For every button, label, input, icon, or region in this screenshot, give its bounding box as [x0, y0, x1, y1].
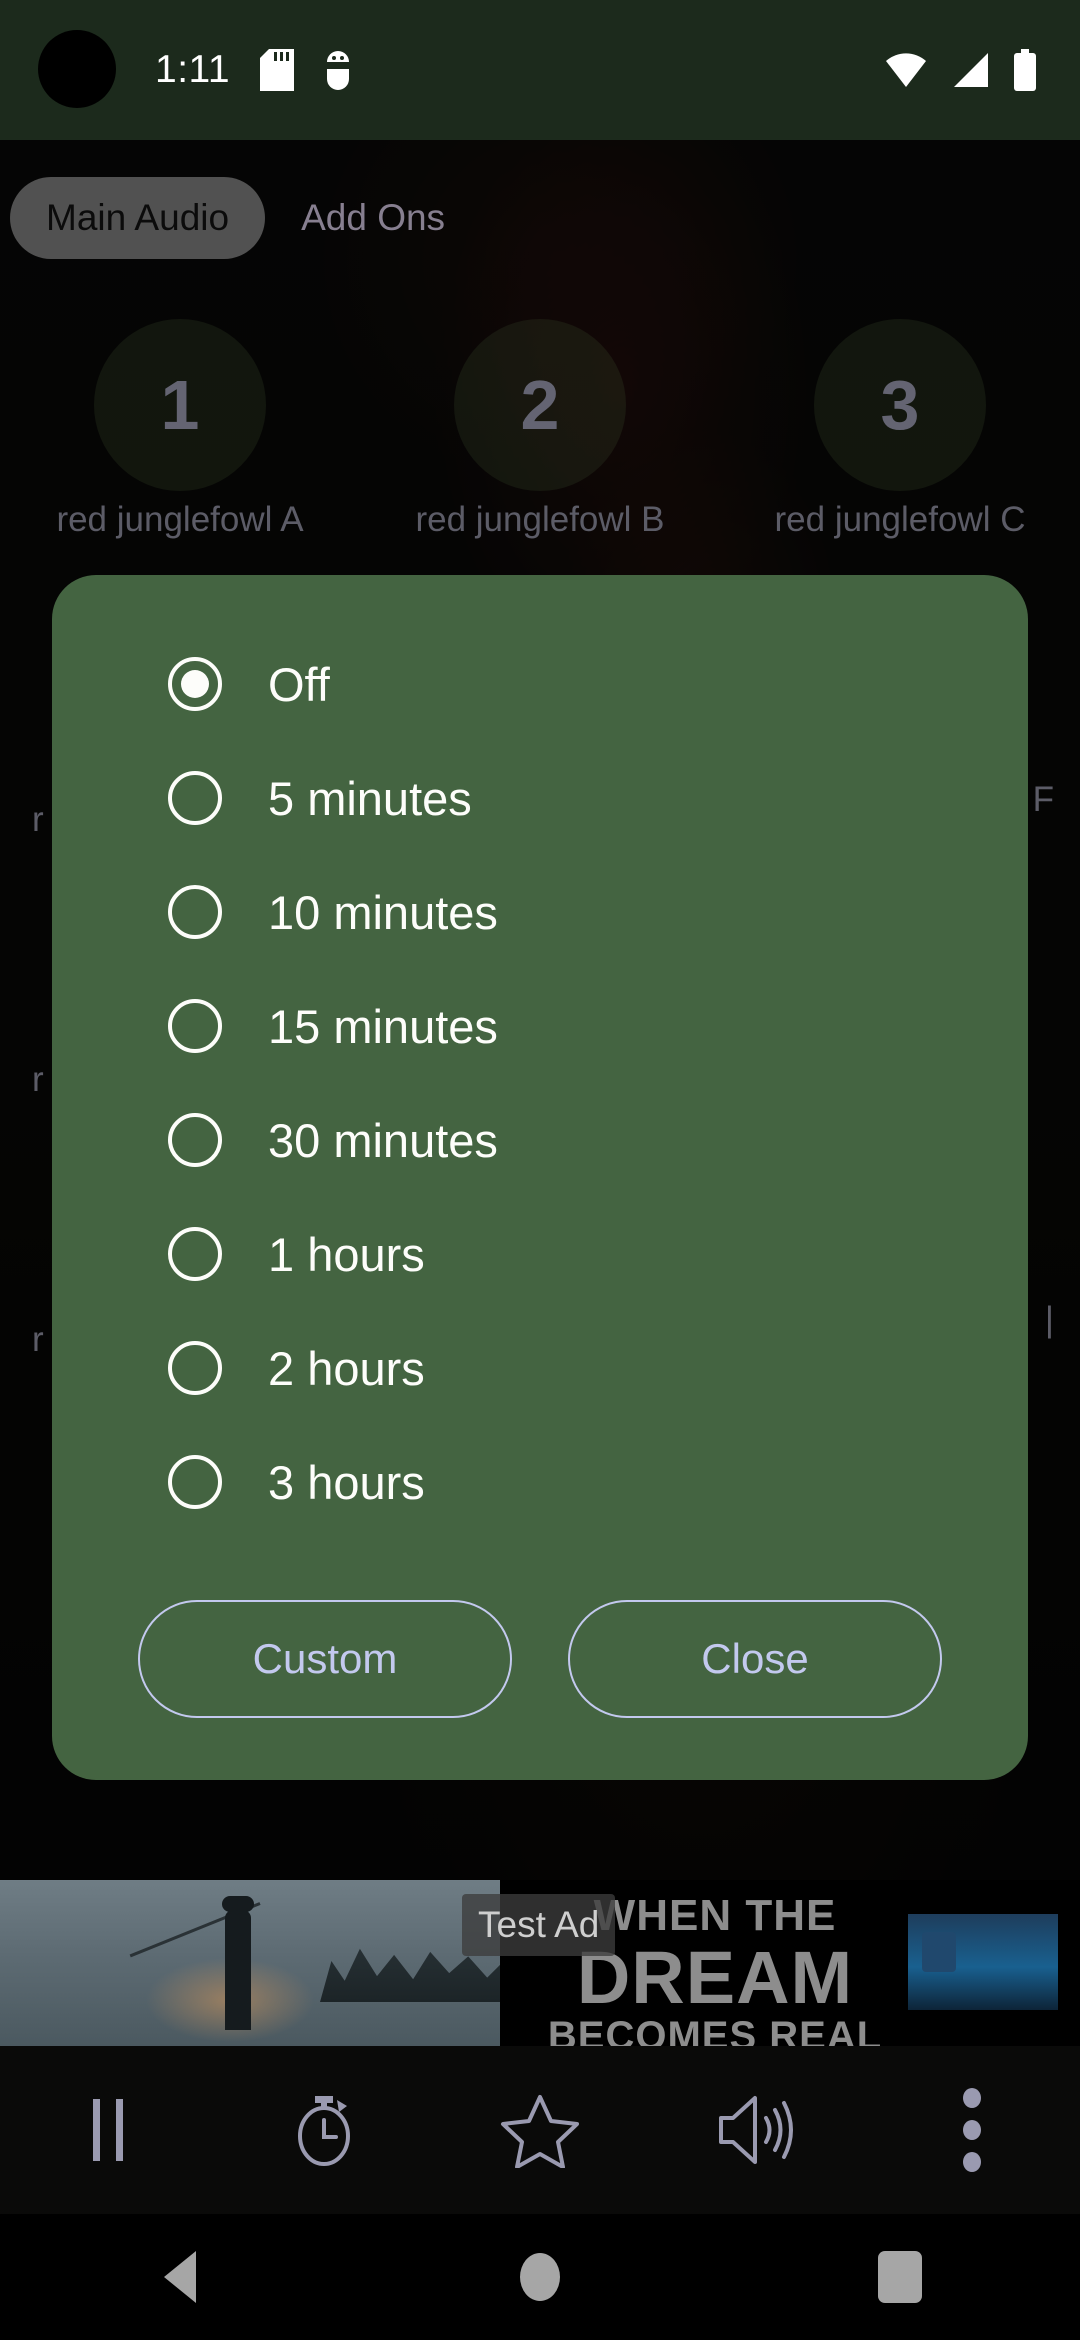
nav-back-button[interactable]: [0, 2251, 360, 2303]
close-button[interactable]: Close: [568, 1600, 942, 1718]
ad-banner[interactable]: WHEN THE DREAM BECOMES REAL Test Ad: [0, 1880, 1080, 2046]
recents-icon: [878, 2251, 922, 2303]
back-icon: [164, 2251, 196, 2303]
timer-option-15-minutes[interactable]: 15 minutes: [52, 969, 1028, 1083]
sleep-timer-icon: [298, 2096, 350, 2166]
favorite-button[interactable]: [432, 2092, 648, 2168]
timer-option-1-hours-label: 1 hours: [268, 1227, 425, 1281]
timer-option-30-minutes[interactable]: 30 minutes: [52, 1083, 1028, 1197]
timer-option-2-hours-label: 2 hours: [268, 1341, 425, 1395]
close-button-label: Close: [701, 1635, 809, 1682]
status-bar-right-icons: [884, 0, 1038, 140]
timer-option-1-hours[interactable]: 1 hours: [52, 1197, 1028, 1311]
radio-button-icon[interactable]: [168, 885, 222, 939]
custom-button[interactable]: Custom: [138, 1600, 512, 1718]
timer-option-3-hours-label: 3 hours: [268, 1455, 425, 1509]
volume-icon: [719, 2096, 793, 2164]
custom-button-label: Custom: [252, 1635, 398, 1682]
sleep-timer-dialog: Off 5 minutes 10 minutes 15 minutes 30 m…: [52, 575, 1028, 1780]
nav-home-button[interactable]: [360, 2253, 720, 2301]
timer-option-off-label: Off: [268, 657, 330, 711]
sleep-timer-button[interactable]: [216, 2090, 432, 2170]
timer-option-30-minutes-label: 30 minutes: [268, 1113, 498, 1167]
phone-screen: Main Audio Add Ons 1 2 3 red junglefowl …: [0, 0, 1080, 2340]
test-ad-badge: Test Ad: [462, 1894, 616, 1956]
timer-option-off[interactable]: Off: [52, 627, 1028, 741]
nav-recents-button[interactable]: [720, 2251, 1080, 2303]
battery-icon: [1014, 49, 1036, 91]
volume-button[interactable]: [648, 2092, 864, 2168]
android-debug-icon: [325, 51, 351, 90]
system-navigation-bar: [0, 2214, 1080, 2340]
timer-option-5-minutes[interactable]: 5 minutes: [52, 741, 1028, 855]
overflow-menu-icon: [963, 2088, 981, 2172]
radio-button-selected-icon[interactable]: [168, 657, 222, 711]
ad-line-3: BECOMES REAL: [547, 2014, 883, 2046]
ad-image-left: [0, 1880, 510, 2046]
ad-thumbnail: [908, 1914, 1058, 2010]
sd-card-icon: [260, 49, 294, 91]
status-bar-left-icons: [260, 0, 356, 140]
timer-option-10-minutes[interactable]: 10 minutes: [52, 855, 1028, 969]
radio-button-icon[interactable]: [168, 771, 222, 825]
radio-button-icon[interactable]: [168, 1341, 222, 1395]
radio-button-icon[interactable]: [168, 1455, 222, 1509]
status-bar: 1:11: [0, 0, 1080, 140]
favorite-star-icon: [501, 2095, 579, 2168]
timer-option-15-minutes-label: 15 minutes: [268, 999, 498, 1053]
overflow-menu-button[interactable]: [864, 2088, 1080, 2172]
camera-cutout: [38, 30, 116, 108]
pause-icon: [93, 2099, 123, 2161]
timer-option-3-hours[interactable]: 3 hours: [52, 1425, 1028, 1539]
radio-button-icon[interactable]: [168, 1227, 222, 1281]
dialog-action-row: Custom Close: [52, 1600, 1028, 1718]
ad-angler-silhouette: [222, 1896, 254, 2030]
pause-button[interactable]: [0, 2095, 216, 2165]
player-toolbar: [0, 2046, 1080, 2214]
timer-option-2-hours[interactable]: 2 hours: [52, 1311, 1028, 1425]
radio-button-icon[interactable]: [168, 999, 222, 1053]
radio-button-icon[interactable]: [168, 1113, 222, 1167]
home-icon: [520, 2253, 560, 2301]
status-bar-clock: 1:11: [155, 48, 231, 91]
timer-option-10-minutes-label: 10 minutes: [268, 885, 498, 939]
timer-option-5-minutes-label: 5 minutes: [268, 771, 472, 825]
wifi-icon: [886, 53, 926, 87]
cellular-signal-icon: [954, 53, 988, 87]
